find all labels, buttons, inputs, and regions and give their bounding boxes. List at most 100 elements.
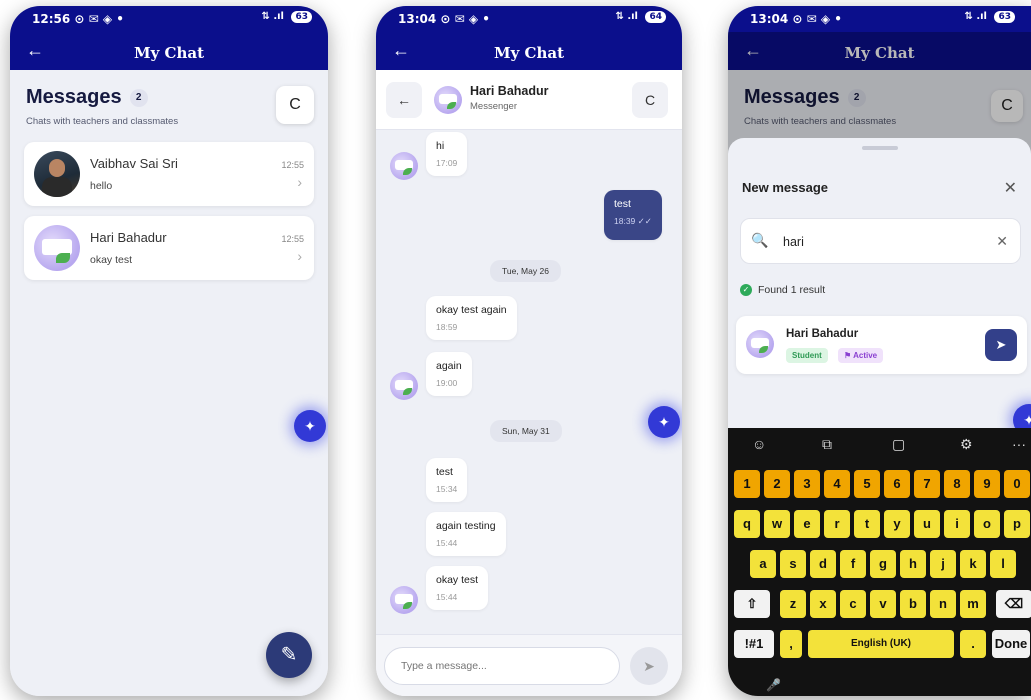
key-r[interactable]: r (824, 510, 850, 538)
key-l[interactable]: l (990, 550, 1016, 578)
status-icons: ⊙ ✉ ◈ • (440, 12, 490, 26)
message-input[interactable] (384, 647, 620, 685)
key-p[interactable]: p (1004, 510, 1030, 538)
chat-preview: okay test (90, 254, 133, 266)
key-q[interactable]: q (734, 510, 760, 538)
key-w[interactable]: w (764, 510, 790, 538)
key-e[interactable]: e (794, 510, 820, 538)
key-7[interactable]: 7 (914, 470, 940, 498)
key-x[interactable]: x (810, 590, 836, 618)
send-button[interactable]: ➤ (630, 647, 668, 685)
refresh-button[interactable]: C (632, 82, 668, 118)
search-result-item[interactable]: Hari Bahadur Student ⚑ Active ➤ (736, 316, 1027, 374)
avatar (34, 151, 80, 197)
symbols-key[interactable]: !#1 (734, 630, 774, 658)
key-8[interactable]: 8 (944, 470, 970, 498)
messages-heading: Messages (26, 86, 122, 108)
key-j[interactable]: j (930, 550, 956, 578)
shift-key[interactable]: ⇧ (734, 590, 770, 618)
key-0[interactable]: 0 (1004, 470, 1030, 498)
key-u[interactable]: u (914, 510, 940, 538)
space-key[interactable]: English (UK) (808, 630, 954, 658)
drag-handle[interactable] (861, 146, 898, 150)
chat-item-vaibhav[interactable]: Vaibhav Sai Sri hello 12:55 › (24, 142, 314, 206)
key-a[interactable]: a (750, 550, 776, 578)
search-input[interactable] (783, 229, 963, 255)
key-f[interactable]: f (840, 550, 866, 578)
status-badge-label: Active (853, 351, 878, 360)
status-bar: 13:04 ⊙ ✉ ◈ • ⇅ .ıl 63 (728, 6, 1031, 32)
key-6[interactable]: 6 (884, 470, 910, 498)
comma-key[interactable]: , (780, 630, 802, 658)
message-time-row: 18:39 ✓✓ (614, 216, 652, 227)
chat-name: Hari Bahadur (90, 230, 167, 245)
key-v[interactable]: v (870, 590, 896, 618)
status-icons: ⊙ ✉ ◈ • (792, 12, 842, 26)
status-icons: ⊙ ✉ ◈ • (74, 12, 124, 26)
sticker-icon[interactable]: ⧉ (822, 436, 832, 453)
avatar (390, 372, 418, 400)
clipboard-icon[interactable]: ▢ (892, 436, 905, 453)
message-time: 18:59 (436, 322, 458, 332)
key-g[interactable]: g (870, 550, 896, 578)
key-z[interactable]: z (780, 590, 806, 618)
edit-icon: ✎ (280, 644, 298, 666)
key-o[interactable]: o (974, 510, 1000, 538)
period-key[interactable]: . (960, 630, 986, 658)
status-badge: ⚑ Active (838, 348, 884, 363)
more-icon[interactable]: ··· (1012, 436, 1026, 452)
key-c[interactable]: c (840, 590, 866, 618)
keyboard-toolbar: ☺ ⧉ ▢ ⚙ ··· (728, 428, 1031, 460)
status-time: 13:04 (398, 12, 437, 26)
new-message-sheet: New message ✕ 🔍 ✕ ✓ Found 1 result Hari B… (728, 138, 1031, 436)
message-text: test (436, 466, 453, 478)
date-separator: Tue, May 26 (490, 260, 561, 282)
message-bubble-incoming: again 19:00 (426, 352, 472, 396)
key-3[interactable]: 3 (794, 470, 820, 498)
check-circle-icon: ✓ (740, 284, 752, 297)
key-m[interactable]: m (960, 590, 986, 618)
key-s[interactable]: s (780, 550, 806, 578)
message-text: okay test (436, 574, 479, 586)
key-1[interactable]: 1 (734, 470, 760, 498)
chat-item-hari[interactable]: Hari Bahadur okay test 12:55 › (24, 216, 314, 280)
emoji-icon[interactable]: ☺ (752, 436, 766, 452)
clear-search-icon[interactable]: ✕ (996, 233, 1008, 250)
key-n[interactable]: n (930, 590, 956, 618)
close-icon[interactable]: ✕ (1004, 178, 1017, 198)
search-result-count: ✓ Found 1 result (740, 284, 825, 297)
key-h[interactable]: h (900, 550, 926, 578)
message-bubble-incoming: hi 17:09 (426, 132, 468, 176)
key-4[interactable]: 4 (824, 470, 850, 498)
key-t[interactable]: t (854, 510, 880, 538)
refresh-icon: C (644, 92, 656, 108)
microphone-icon[interactable]: 🎤 (766, 678, 781, 692)
compose-button[interactable]: ✎ (266, 632, 312, 678)
key-d[interactable]: d (810, 550, 836, 578)
app-bar: ← My Chat (10, 32, 328, 70)
refresh-button[interactable]: C (276, 86, 314, 124)
avatar (390, 152, 418, 180)
start-chat-button[interactable]: ➤ (985, 329, 1017, 361)
key-y[interactable]: y (884, 510, 910, 538)
key-b[interactable]: b (900, 590, 926, 618)
key-9[interactable]: 9 (974, 470, 1000, 498)
status-right: ⇅ .ıl 63 (261, 11, 312, 23)
status-time: 13:04 (750, 12, 789, 26)
back-button[interactable]: ← (386, 82, 422, 118)
key-k[interactable]: k (960, 550, 986, 578)
app-title: My Chat (493, 44, 565, 62)
done-key[interactable]: Done (992, 630, 1030, 658)
status-time: 12:56 (32, 12, 71, 26)
key-i[interactable]: i (944, 510, 970, 538)
chat-preview: hello (90, 180, 113, 192)
backspace-key[interactable]: ⌫ (996, 590, 1031, 618)
key-2[interactable]: 2 (764, 470, 790, 498)
conversation-screen: ← Hari Bahadur Messenger C hi 17:09 test… (376, 70, 682, 696)
settings-icon[interactable]: ⚙ (960, 436, 973, 453)
page-subtitle: Chats with teachers and classmates (26, 116, 179, 127)
ai-assistant-button[interactable]: ✦ (294, 410, 326, 442)
ai-assistant-button[interactable]: ✦ (648, 406, 680, 438)
message-bubble-incoming: okay test again 18:59 (426, 296, 517, 340)
key-5[interactable]: 5 (854, 470, 880, 498)
